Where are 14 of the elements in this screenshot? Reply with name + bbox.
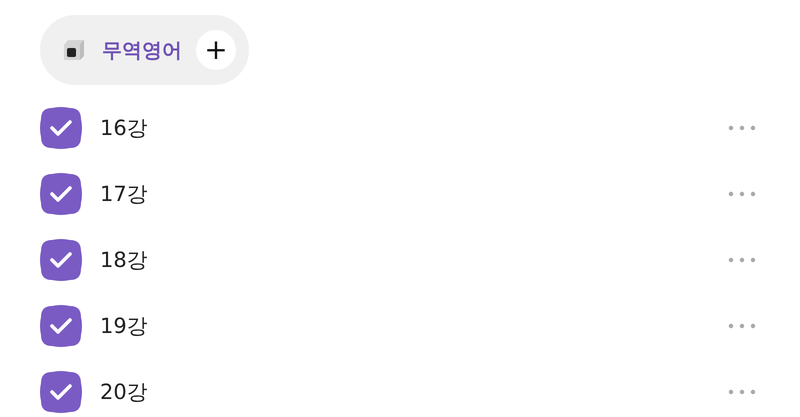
task-title: 19강 <box>100 313 149 340</box>
box-icon <box>62 39 86 61</box>
task-title: 17강 <box>100 181 149 208</box>
checkbox[interactable] <box>40 173 82 215</box>
checkbox[interactable] <box>40 371 82 413</box>
category-label: 무역영어 <box>102 36 182 64</box>
checkbox[interactable] <box>40 305 82 347</box>
checkbox[interactable] <box>40 107 82 149</box>
checkbox[interactable] <box>40 239 82 281</box>
task-title: 20강 <box>100 379 149 406</box>
task-title: 16강 <box>100 115 149 142</box>
category-chip[interactable]: 무역영어 + <box>40 15 249 85</box>
add-button[interactable]: + <box>196 30 236 70</box>
task-title: 18강 <box>100 247 149 274</box>
